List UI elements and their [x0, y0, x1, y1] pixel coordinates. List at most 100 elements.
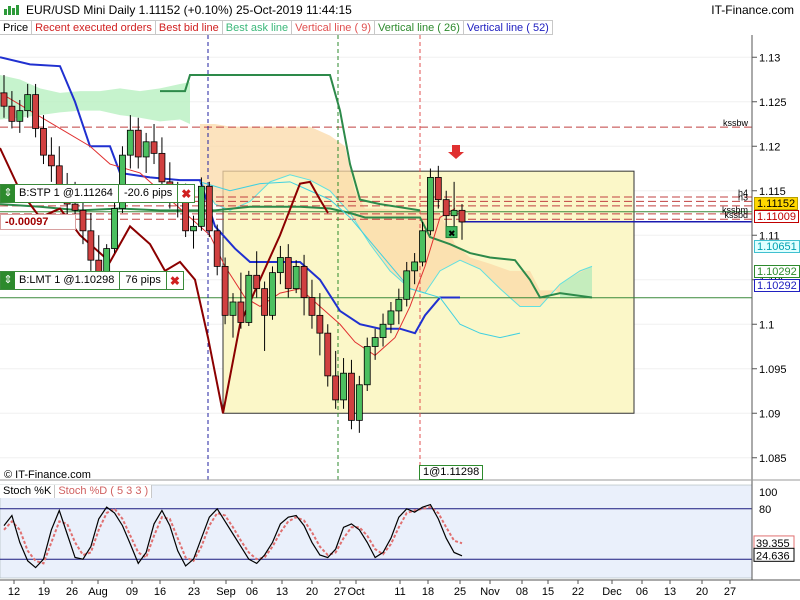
legend-item[interactable]: Price — [0, 20, 33, 35]
candle-body — [332, 375, 340, 401]
price-tag: 1.11009 — [754, 210, 799, 223]
legend-item[interactable]: Recent executed orders — [32, 20, 156, 35]
candle-body — [158, 152, 166, 183]
candle-body — [292, 265, 300, 290]
level-label: kssbd — [724, 210, 748, 220]
cancel-limit-order-icon[interactable]: ✖ — [167, 274, 183, 288]
candle-body — [111, 208, 118, 250]
price-tag: 1.10292 — [754, 279, 800, 292]
candle-body — [316, 314, 324, 334]
price-tag: 1.11152 — [754, 197, 799, 210]
stoch-k-legend[interactable]: Stoch %K — [0, 485, 56, 498]
copyright-label: © IT-Finance.com — [4, 469, 91, 481]
price-tick-label: 1.12 — [759, 141, 780, 153]
date-tick-label: 13 — [276, 586, 288, 598]
candle-body — [395, 298, 403, 312]
candle-body — [40, 128, 47, 156]
candle-body — [427, 176, 434, 232]
candle-body — [198, 185, 205, 227]
cancel-stop-order-icon[interactable]: ✖ — [178, 187, 194, 201]
candle-body — [150, 141, 158, 154]
legend-item[interactable]: Vertical line ( 52) — [463, 20, 553, 35]
date-tick-label: 25 — [454, 586, 466, 598]
candle-body — [403, 270, 411, 300]
date-tick-label: 06 — [246, 586, 258, 598]
executed-order-label[interactable]: 1@1.11298 — [419, 465, 484, 480]
candle-body — [355, 384, 363, 421]
price-axis: 1.131.1251.121.1151.111.1051.11.0951.091… — [752, 52, 787, 465]
date-tick-label: 27 — [334, 586, 346, 598]
price-tag: 1.10651 — [754, 240, 800, 253]
stop-order-label: B:STP 1 @1.11264 — [15, 185, 119, 202]
price-tick-label: 1.115 — [759, 186, 786, 198]
date-tick-label: Nov — [480, 586, 500, 598]
price-tick-label: 1.09 — [759, 408, 780, 420]
date-tick-label: Aug — [88, 586, 108, 598]
date-tick-label: 23 — [188, 586, 200, 598]
candle-body — [261, 288, 268, 316]
date-tick-label: 26 — [66, 586, 78, 598]
date-tick-label: 20 — [306, 586, 318, 598]
candle-body — [324, 332, 332, 377]
candle-body — [387, 310, 395, 325]
position-pnl: -0.00097 — [0, 214, 76, 230]
candle-body — [126, 129, 134, 156]
candle-body — [245, 274, 253, 323]
level-label: h3 — [738, 192, 748, 202]
candle-body — [363, 346, 371, 386]
date-tick-label: 08 — [516, 586, 528, 598]
drag-handle-icon[interactable]: ⇕ — [1, 272, 15, 289]
date-tick-label: 11 — [394, 586, 405, 598]
legend-item[interactable]: Best bid line — [155, 20, 223, 35]
level-label: kssbw — [723, 118, 749, 128]
limit-order-pips: 76 pips — [120, 272, 167, 289]
candle-body — [24, 94, 32, 112]
date-tick-label: 20 — [696, 586, 708, 598]
candle-body — [348, 372, 355, 421]
candle-body — [340, 372, 347, 401]
candle-body — [419, 230, 426, 263]
candle-body — [47, 154, 55, 167]
drag-handle-icon[interactable]: ⇕ — [1, 185, 15, 202]
limit-order-box[interactable]: ⇕ B:LMT 1 @1.10298 76 pips ✖ — [0, 271, 184, 290]
candle-body — [213, 230, 221, 267]
candle-body — [134, 129, 142, 158]
price-tag: 1.10292 — [754, 265, 800, 278]
price-tick-label: 1.095 — [759, 364, 787, 376]
candle-body — [32, 94, 39, 129]
date-tick-label: 22 — [572, 586, 584, 598]
candle-body — [79, 209, 87, 232]
stoch-tick-label: 100 — [759, 487, 777, 499]
candle-body — [308, 297, 316, 316]
stoch-tick-label: 80 — [759, 504, 771, 516]
candle-body — [253, 274, 261, 290]
candle-body — [450, 209, 458, 217]
stop-order-pips: -20.6 pips — [119, 185, 179, 202]
indicator-legend: Price Recent executed orders Best bid line… — [0, 20, 553, 35]
candle-body — [442, 199, 450, 217]
legend-item[interactable]: Vertical line ( 26) — [374, 20, 464, 35]
price-tick-label: 1.085 — [759, 453, 787, 465]
price-chart[interactable]: ✖ 1.131.1251.121.1151.111.1051.11.0951.0… — [0, 0, 800, 600]
candle-body — [142, 141, 150, 158]
candle-body — [190, 225, 197, 232]
limit-order-label: B:LMT 1 @1.10298 — [15, 272, 121, 289]
date-tick-label: 15 — [542, 586, 554, 598]
legend-item[interactable]: Best ask line — [222, 20, 293, 35]
date-tick-label: 18 — [422, 586, 434, 598]
candle-body — [0, 92, 8, 107]
stop-order-box[interactable]: ⇕ B:STP 1 @1.11264 -20.6 pips ✖ — [0, 184, 196, 203]
date-tick-label: Sep — [216, 586, 236, 598]
candle-body — [284, 257, 292, 290]
date-tick-label: Oct — [347, 586, 364, 598]
candle-body — [300, 265, 308, 298]
candle-body — [434, 176, 442, 201]
date-tick-label: 13 — [664, 586, 676, 598]
stoch-d-legend[interactable]: Stoch %D ( 5 3 3 ) — [55, 485, 153, 498]
legend-item[interactable]: Vertical line ( 9) — [292, 20, 375, 35]
stoch-k-value: 24.636 — [756, 550, 790, 562]
date-axis: 12 19 26 Aug 09 16 23 Sep 06 13 20 27 Oct 11 18 25 Nov 08… — [8, 580, 736, 598]
date-tick-label: 16 — [154, 586, 166, 598]
stoch-legend: Stoch %K Stoch %D ( 5 3 3 ) — [0, 485, 153, 498]
date-tick-label: 27 — [724, 586, 736, 598]
